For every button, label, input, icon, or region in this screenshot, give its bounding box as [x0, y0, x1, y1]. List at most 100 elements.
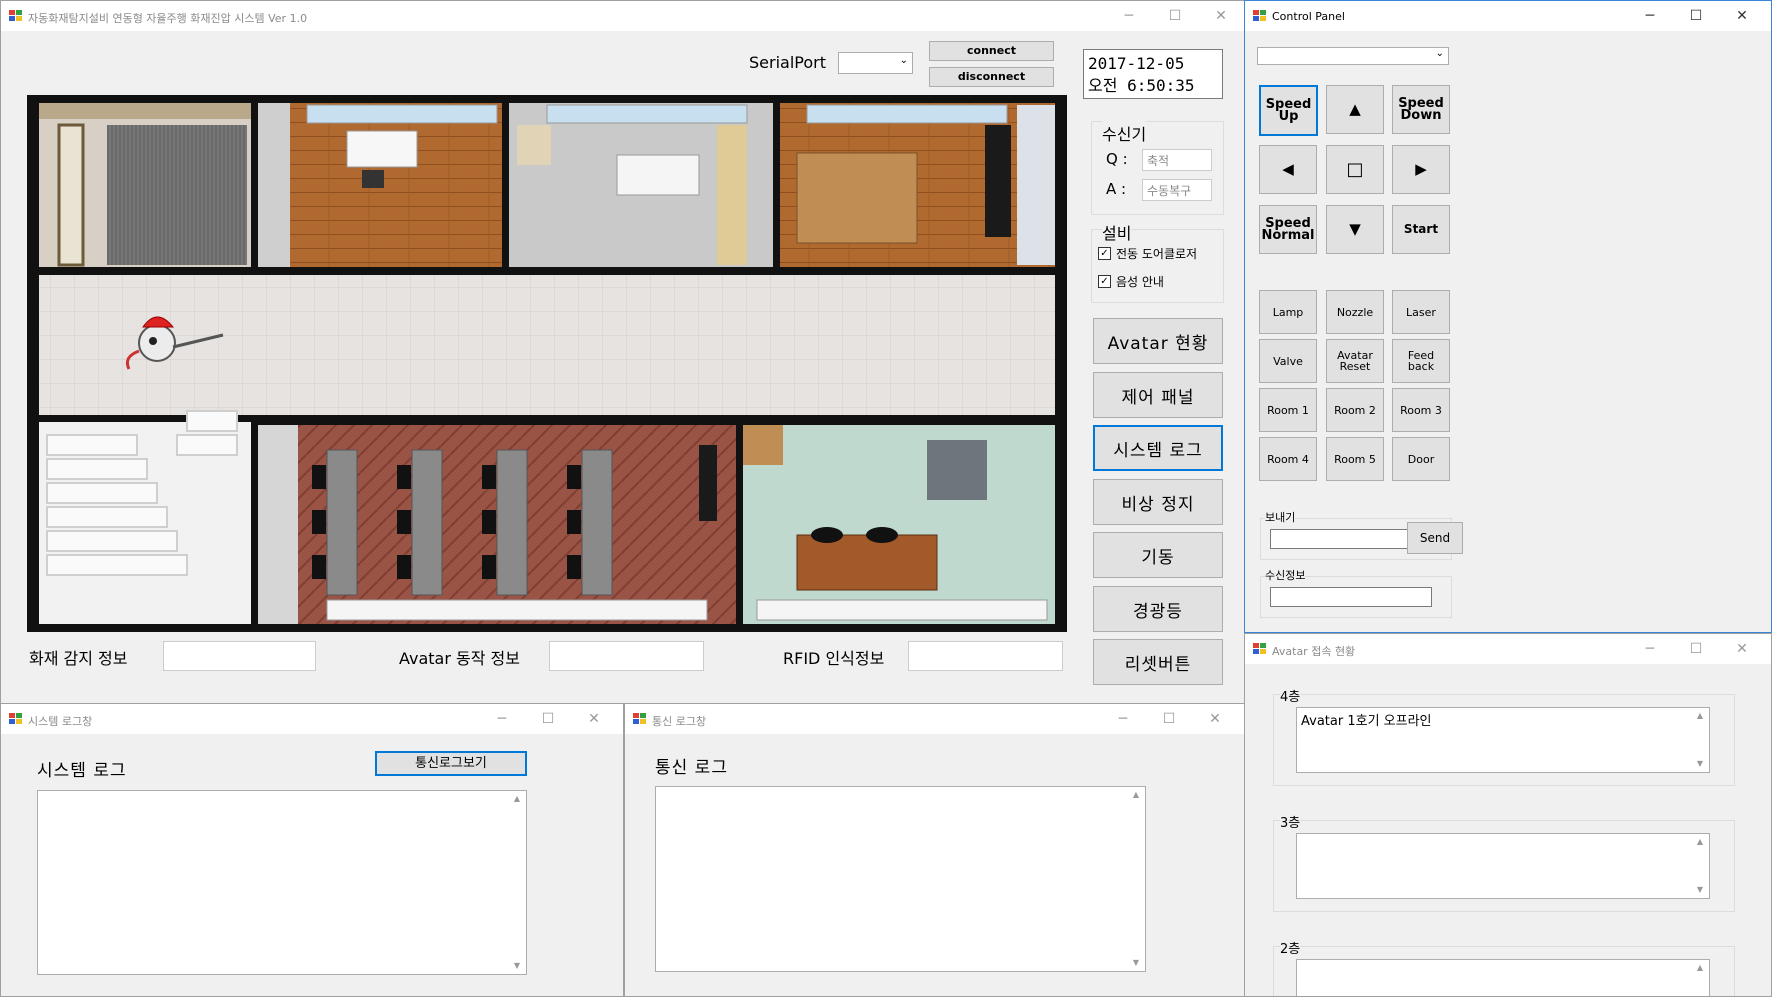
maximize-icon[interactable]: ☐ [1146, 704, 1192, 734]
floor3-textarea[interactable]: ▲ ▼ [1296, 833, 1710, 899]
checkbox-checked-icon: ✓ [1098, 247, 1111, 260]
speed-up-button[interactable]: Speed Up [1259, 85, 1318, 136]
room5-button[interactable]: Room 5 [1326, 437, 1384, 481]
arrow-up-icon: ▲ [1349, 100, 1361, 118]
app-icon [633, 713, 646, 725]
avatar-info-field[interactable] [549, 641, 704, 671]
app-icon [1253, 10, 1266, 22]
room4-button[interactable]: Room 4 [1259, 437, 1317, 481]
comm-log-titlebar: 통신 로그창 ─ ☐ ✕ [625, 704, 1244, 734]
system-log-title: 시스템 로그창 [28, 715, 93, 728]
reset-button[interactable]: 리셋버튼 [1093, 639, 1223, 685]
close-icon[interactable]: ✕ [1192, 704, 1238, 734]
emergency-stop-button[interactable]: 비상 정지 [1093, 479, 1223, 525]
rfid-info-label: RFID 인식정보 [783, 649, 885, 668]
scroll-up-icon[interactable]: ▲ [509, 792, 525, 806]
floor2-textarea[interactable]: ▲▼ [1296, 959, 1710, 996]
close-icon[interactable]: ✕ [1719, 1, 1765, 31]
speed-normal-button[interactable]: Speed Normal [1259, 205, 1317, 254]
view-comm-log-button[interactable]: 통신로그보기 [375, 751, 527, 776]
scroll-up-icon[interactable]: ▲ [1128, 788, 1144, 802]
chevron-down-icon: ⌄ [899, 55, 908, 66]
up-arrow-button[interactable]: ▲ [1326, 85, 1384, 134]
avatar-status-button[interactable]: Avatar 현황 [1093, 318, 1223, 364]
main-window: 자동화재탐지설비 연동형 자율주행 화재진압 시스템 Ver 1.0 ─ ☐ ✕… [0, 0, 1245, 705]
room1-button[interactable]: Room 1 [1259, 388, 1317, 432]
disconnect-button[interactable]: disconnect [929, 67, 1054, 87]
floor4-textarea[interactable]: Avatar 1호기 오프라인 ▲ ▼ [1296, 707, 1710, 773]
floor3-group: 3층 ▲ ▼ [1273, 812, 1735, 912]
warning-light-button[interactable]: 경광등 [1093, 586, 1223, 632]
minimize-icon[interactable]: ─ [1106, 1, 1152, 31]
minimize-icon[interactable]: ─ [1627, 634, 1673, 664]
left-arrow-button[interactable]: ◀ [1259, 145, 1317, 194]
minimize-icon[interactable]: ─ [479, 704, 525, 734]
receiver-a-field: 수동복구 [1142, 179, 1212, 201]
equipment-group: 설비 ✓ 전동 도어클로저 ✓ 음성 안내 [1091, 220, 1224, 303]
control-panel-button[interactable]: 제어 패널 [1093, 372, 1223, 418]
close-icon[interactable]: ✕ [1719, 634, 1765, 664]
connect-button[interactable]: connect [929, 41, 1054, 61]
scroll-up-icon[interactable]: ▲ [1692, 835, 1708, 849]
scroll-down-icon[interactable]: ▼ [509, 959, 525, 973]
system-log-heading: 시스템 로그 [37, 761, 127, 781]
cp-start-button[interactable]: Start [1392, 205, 1450, 254]
scrollbar[interactable]: ▲▼ [509, 792, 525, 973]
receiver-group: 수신기 Q : 축적 A : 수동복구 [1091, 121, 1224, 215]
floor4-label: 4층 [1280, 686, 1301, 705]
comm-log-textarea[interactable]: ▲ ▼ [655, 786, 1146, 972]
maximize-icon[interactable]: ☐ [1673, 1, 1719, 31]
room3-button[interactable]: Room 3 [1392, 388, 1450, 432]
rfid-info-field[interactable] [908, 641, 1063, 671]
scrollbar[interactable]: ▲▼ [1692, 709, 1708, 771]
minimize-icon[interactable]: ─ [1627, 1, 1673, 31]
send-button[interactable]: Send [1407, 522, 1463, 554]
door-closer-checkbox[interactable]: ✓ 전동 도어클로저 [1098, 245, 1197, 262]
minimize-icon[interactable]: ─ [1100, 704, 1146, 734]
valve-button[interactable]: Valve [1259, 339, 1317, 383]
receiver-q-field: 축적 [1142, 149, 1212, 171]
scroll-up-icon[interactable]: ▲ [1692, 709, 1708, 723]
scroll-up-icon[interactable]: ▲ [1692, 961, 1708, 975]
nozzle-button[interactable]: Nozzle [1326, 290, 1384, 334]
scrollbar[interactable]: ▲▼ [1692, 961, 1708, 996]
laser-button[interactable]: Laser [1392, 290, 1450, 334]
scrollbar[interactable]: ▲▼ [1128, 788, 1144, 970]
right-arrow-button[interactable]: ▶ [1392, 145, 1450, 194]
scroll-down-icon[interactable]: ▼ [1692, 757, 1708, 771]
scroll-down-icon[interactable]: ▼ [1128, 956, 1144, 970]
system-log-button[interactable]: 시스템 로그 [1093, 425, 1223, 471]
maximize-icon[interactable]: ☐ [1152, 1, 1198, 31]
maximize-icon[interactable]: ☐ [1673, 634, 1719, 664]
fire-info-label: 화재 감지 정보 [29, 649, 128, 668]
stop-button[interactable]: □ [1326, 145, 1384, 194]
down-arrow-button[interactable]: ▼ [1326, 205, 1384, 254]
door-button[interactable]: Door [1392, 437, 1450, 481]
system-log-textarea[interactable]: ▲ ▼ [37, 790, 527, 975]
comm-log-title: 통신 로그창 [652, 715, 707, 728]
control-panel-title: Control Panel [1272, 10, 1345, 23]
feedback-button[interactable]: Feed back [1392, 339, 1450, 383]
system-log-window: 시스템 로그창 ─ ☐ ✕ 시스템 로그 통신로그보기 ▲ ▼ [0, 703, 624, 997]
send-group-label: 보내기 [1265, 509, 1296, 525]
speed-down-button[interactable]: Speed Down [1392, 85, 1450, 134]
lamp-button[interactable]: Lamp [1259, 290, 1317, 334]
main-titlebar: 자동화재탐지설비 연동형 자율주행 화재진압 시스템 Ver 1.0 ─ ☐ ✕ [1, 1, 1244, 31]
time-text: 오전 6:50:35 [1088, 76, 1195, 95]
send-input[interactable] [1270, 529, 1416, 549]
port-select[interactable]: ⌄ [1257, 47, 1449, 65]
scrollbar[interactable]: ▲▼ [1692, 835, 1708, 897]
floor3-label: 3층 [1280, 812, 1301, 831]
serialport-select[interactable]: ⌄ [838, 52, 913, 74]
fire-info-field[interactable] [163, 641, 316, 671]
scroll-down-icon[interactable]: ▼ [1692, 883, 1708, 897]
close-icon[interactable]: ✕ [571, 704, 617, 734]
receiver-a-label: A : [1106, 180, 1127, 198]
maximize-icon[interactable]: ☐ [525, 704, 571, 734]
avatar-reset-button[interactable]: Avatar Reset [1326, 339, 1384, 383]
equipment-title: 설비 [1102, 220, 1132, 244]
room2-button[interactable]: Room 2 [1326, 388, 1384, 432]
voice-guide-checkbox[interactable]: ✓ 음성 안내 [1098, 273, 1164, 290]
start-button[interactable]: 기동 [1093, 532, 1223, 578]
close-icon[interactable]: ✕ [1198, 1, 1244, 31]
